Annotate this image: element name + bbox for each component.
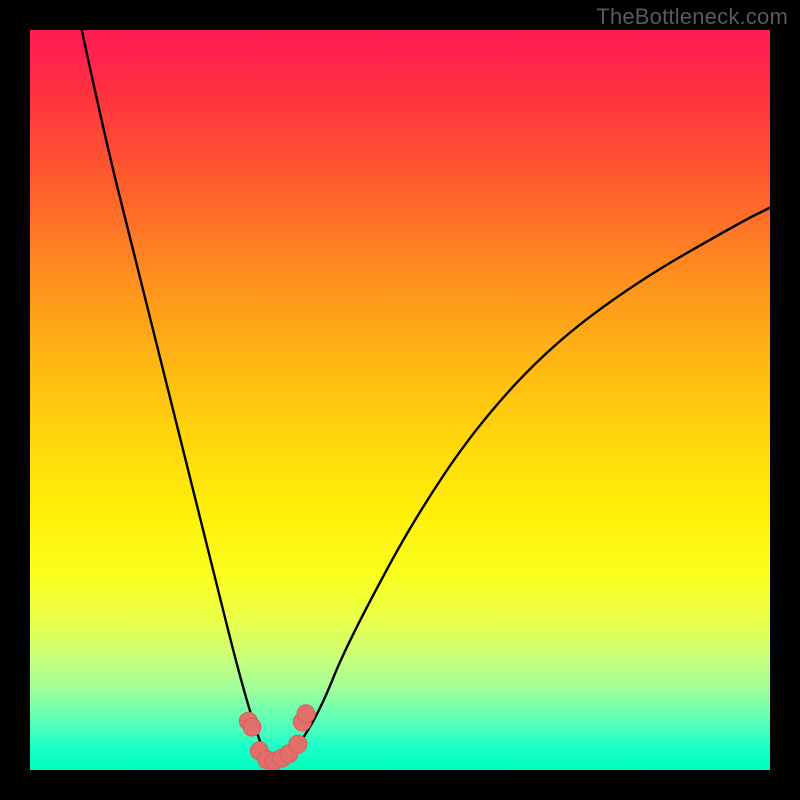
chart-frame: TheBottleneck.com [0,0,800,800]
plot-area [30,30,770,770]
watermark-text: TheBottleneck.com [596,4,788,30]
background-gradient [30,30,770,770]
